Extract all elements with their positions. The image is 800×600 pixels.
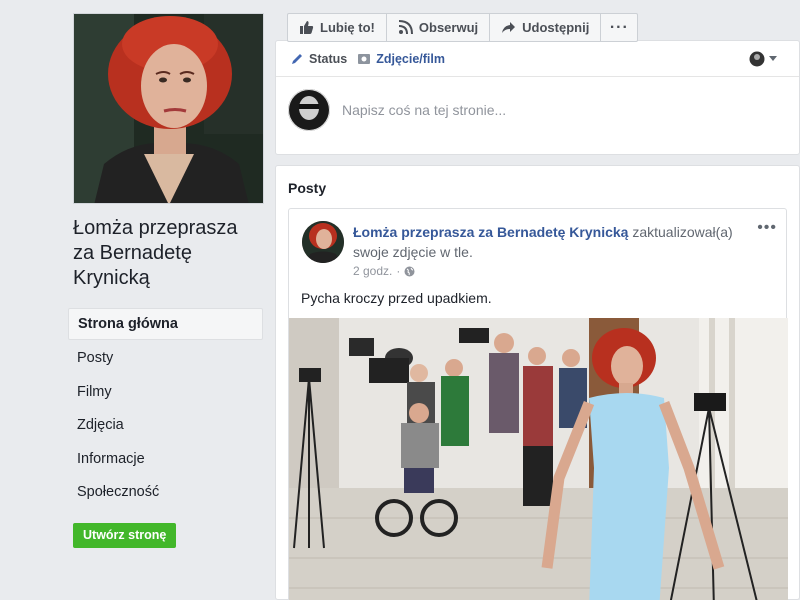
profile-picture-image (74, 14, 263, 203)
meta-separator: · (396, 264, 401, 278)
page-actions-toolbar: Lubię to! Obserwuj Udostępnij ··· (287, 13, 639, 42)
share-button-label: Udostępnij (522, 20, 590, 35)
sidebar-item-about[interactable]: Informacje (68, 443, 263, 477)
post: Łomża przeprasza za Bernadetę Krynicką z… (288, 208, 788, 600)
post-author-link[interactable]: Łomża przeprasza za Bernadetę Krynicką (353, 224, 628, 240)
sidebar-item-home[interactable]: Strona główna (68, 308, 263, 340)
tab-photo-video-label: Zdjęcie/film (376, 51, 445, 66)
like-button[interactable]: Lubię to! (287, 13, 387, 42)
chevron-down-icon (769, 56, 777, 61)
sidebar-item-posts[interactable]: Posty (68, 342, 263, 376)
page-avatar-icon (749, 51, 765, 67)
pencil-icon (292, 53, 302, 64)
post-text: Pycha kroczy przed upadkiem. (301, 290, 492, 306)
posts-section: Posty Łomża przeprasza za Bernadetę Kryn… (275, 165, 800, 600)
post-options-button[interactable]: ••• (757, 219, 777, 237)
post-photo[interactable] (289, 318, 788, 600)
tab-status-label: Status (309, 51, 348, 66)
page-name[interactable]: Łomża przeprasza za Bernadetę Krynicką (73, 216, 263, 291)
post-timestamp[interactable]: 2 godz. (353, 264, 392, 278)
thumbs-up-icon (300, 21, 314, 34)
sidebar-item-photos[interactable]: Zdjęcia (68, 409, 263, 443)
composer: Status Zdjęcie/film Napisz coś na tej st… (275, 40, 800, 155)
tab-photo-video[interactable]: Zdjęcie/film (357, 52, 445, 66)
share-button[interactable]: Udostępnij (489, 13, 602, 42)
post-meta: 2 godz. · (353, 264, 415, 278)
photo-icon (358, 53, 371, 64)
follow-button[interactable]: Obserwuj (385, 13, 491, 42)
more-options-button[interactable]: ··· (600, 13, 639, 42)
rss-icon (398, 20, 413, 35)
post-author-avatar[interactable] (302, 221, 344, 263)
globe-icon[interactable] (404, 266, 415, 277)
share-arrow-icon (502, 22, 516, 33)
sidebar-item-community[interactable]: Społeczność (68, 476, 263, 510)
composer-tabs: Status Zdjęcie/film (276, 41, 799, 77)
tab-status[interactable]: Status (290, 52, 347, 66)
like-button-label: Lubię to! (320, 20, 375, 35)
create-page-button[interactable]: Utwórz stronę (73, 523, 177, 548)
sidebar-item-videos[interactable]: Filmy (68, 376, 263, 410)
post-header: Łomża przeprasza za Bernadetę Krynicką z… (353, 222, 753, 262)
posts-title[interactable]: Posty (288, 180, 326, 196)
user-avatar-image (288, 89, 330, 131)
composer-input[interactable]: Napisz coś na tej stronie... (342, 102, 506, 118)
sidebar-nav: Strona główna Posty Filmy Zdjęcia Inform… (68, 308, 263, 510)
profile-picture[interactable] (73, 13, 264, 204)
left-column: Łomża przeprasza za Bernadetę Krynicką S… (0, 0, 275, 600)
post-as-selector[interactable] (749, 51, 777, 67)
composer-body: Napisz coś na tej stronie... (276, 77, 799, 143)
post-author-avatar-image (302, 221, 344, 263)
follow-button-label: Obserwuj (418, 20, 479, 35)
avatar (288, 89, 330, 131)
post-photo-image (289, 318, 788, 600)
